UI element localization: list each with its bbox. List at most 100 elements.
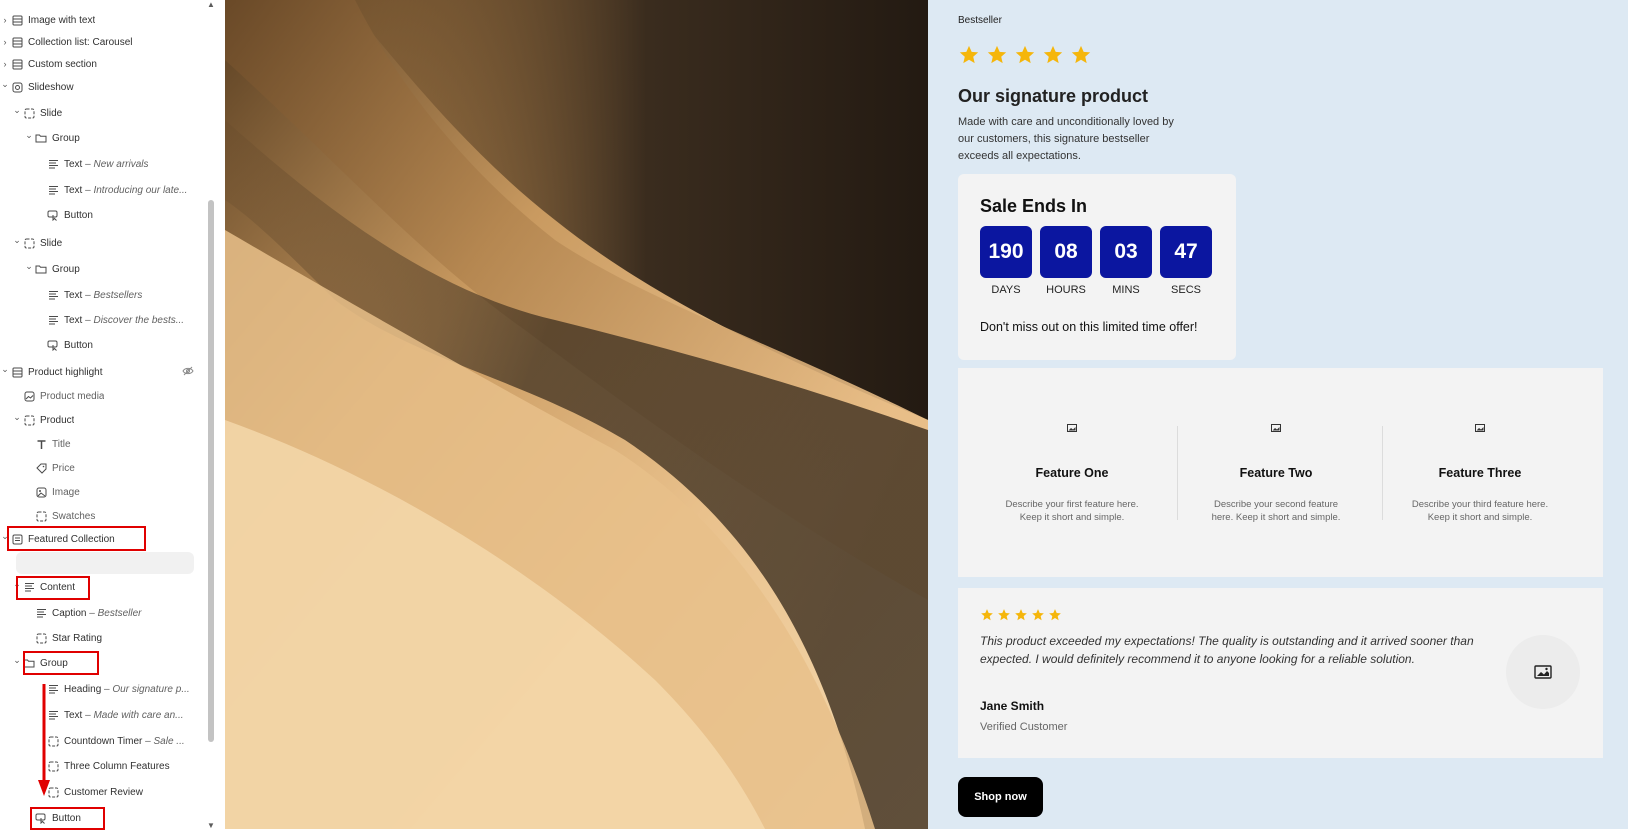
hidden-eye-icon[interactable]: [182, 366, 194, 379]
sidebar-item-slideshow[interactable]: ⌄ Slideshow: [0, 76, 200, 98]
sidebar-item-button[interactable]: Button: [24, 807, 200, 829]
sidebar-item-customer-review[interactable]: Customer Review: [36, 781, 200, 803]
sidebar-item-text[interactable]: Text – Introducing our late...: [36, 179, 200, 201]
folder-icon: [34, 263, 48, 275]
item-preview-text: Discover the bests...: [93, 314, 185, 326]
media-selected-background: [16, 552, 194, 574]
sidebar-item-price[interactable]: Price: [24, 457, 200, 479]
chevron-down-icon[interactable]: ⌄: [24, 130, 34, 141]
image-placeholder-icon: [1475, 424, 1485, 432]
countdown-mins: 03 MINS: [1100, 226, 1152, 296]
price-icon: [34, 462, 48, 474]
sidebar-item-countdown-timer[interactable]: Countdown Timer – Sale ...: [36, 730, 200, 752]
sidebar-item-heading[interactable]: Heading – Our signature p...: [36, 678, 200, 700]
sidebar-item-label: Custom section: [28, 59, 97, 70]
scroll-down-arrow-icon[interactable]: ▼: [206, 821, 216, 830]
section-icon: [10, 366, 24, 378]
sidebar-item-product-highlight[interactable]: ⌄ Product highlight: [0, 361, 200, 383]
item-separator: –: [82, 314, 94, 326]
countdown-hours-label: HOURS: [1046, 284, 1086, 296]
sidebar-item-group[interactable]: ⌄ Group: [24, 127, 200, 149]
star-icon: [1043, 45, 1063, 64]
sidebar-item-text[interactable]: Text – Made with care an...: [36, 704, 200, 726]
item-name: Group: [40, 657, 68, 669]
sidebar-item-slide[interactable]: ⌄ Slide: [12, 102, 200, 124]
item-separator: –: [86, 607, 98, 619]
item-preview-text: Introducing our late...: [93, 184, 188, 196]
sidebar-item-caption[interactable]: Caption – Bestseller: [24, 602, 200, 624]
sidebar-item-slide[interactable]: ⌄ Slide: [12, 232, 200, 254]
star-icon: [1049, 609, 1061, 621]
sidebar-item-button[interactable]: Button: [36, 334, 200, 356]
sidebar-item-label: Swatches: [52, 511, 95, 522]
sidebar-item-label: Group: [40, 658, 68, 669]
sidebar-item-custom-section[interactable]: › Custom section: [0, 53, 200, 75]
chevron-right-icon[interactable]: ›: [0, 59, 10, 69]
chevron-right-icon[interactable]: ›: [0, 37, 10, 47]
scroll-up-arrow-icon[interactable]: ▲: [206, 0, 216, 9]
sidebar-item-label: Image: [52, 487, 80, 498]
sidebar-item-label: Text – Bestsellers: [64, 290, 142, 301]
sidebar-item-title[interactable]: Title: [24, 433, 200, 455]
sidebar-item-swatches[interactable]: Swatches: [24, 505, 200, 527]
sidebar-item-content[interactable]: ⌄ Content: [12, 576, 200, 598]
sidebar-item-product-media[interactable]: Product media: [12, 385, 200, 407]
sidebar-item-group[interactable]: ⌄ Group: [24, 258, 200, 280]
chevron-down-icon[interactable]: ⌄: [12, 579, 22, 590]
countdown-mins-value: 03: [1100, 226, 1152, 278]
sidebar-item-text[interactable]: Text – New arrivals: [36, 153, 200, 175]
chevron-down-icon[interactable]: ⌄: [12, 235, 22, 246]
chevron-down-icon[interactable]: ⌄: [0, 531, 10, 542]
avatar: [1506, 635, 1580, 709]
folder-icon: [22, 657, 36, 669]
sidebar-item-collection-list-carousel[interactable]: › Collection list: Carousel: [0, 31, 200, 53]
sidebar-item-button[interactable]: Button: [36, 204, 200, 226]
chevron-down-icon[interactable]: ⌄: [12, 105, 22, 116]
sidebar-item-label: Product highlight: [28, 367, 103, 378]
item-name: Slide: [40, 237, 63, 249]
sidebar-item-label: Caption – Bestseller: [52, 608, 142, 619]
item-name: Featured Collection: [28, 533, 115, 545]
chevron-down-icon[interactable]: ⌄: [12, 412, 22, 423]
item-separator: –: [142, 735, 154, 747]
item-name: Content: [40, 581, 76, 593]
item-separator: –: [82, 184, 94, 196]
sidebar-item-label: Content: [40, 582, 75, 593]
countdown-timer: Sale Ends In 190 DAYS 08 HOURS 03 MINS 4…: [958, 174, 1236, 360]
sidebar-item-image[interactable]: Image: [24, 481, 200, 503]
sidebar-item-image-with-text[interactable]: › Image with text: [0, 9, 200, 31]
chevron-right-icon[interactable]: ›: [0, 15, 10, 25]
item-separator: –: [82, 289, 94, 301]
item-name: Slide: [40, 107, 63, 119]
countdown-secs: 47 SECS: [1160, 226, 1212, 296]
countdown-hours: 08 HOURS: [1040, 226, 1092, 296]
sidebar-item-featured-collection[interactable]: ⌄ Featured Collection: [0, 528, 200, 550]
slideshow-icon: [10, 81, 24, 93]
item-name: Slideshow: [28, 81, 74, 93]
text-icon: [22, 581, 36, 593]
item-preview-text: New arrivals: [93, 158, 149, 170]
sidebar-item-text[interactable]: Text – Discover the bests...: [36, 309, 200, 331]
image-placeholder-icon: [1271, 424, 1281, 432]
sidebar-item-three-column-features[interactable]: Three Column Features: [36, 755, 200, 777]
image-placeholder-icon: [1067, 424, 1077, 432]
sidebar-item-label: Countdown Timer – Sale ...: [64, 736, 185, 747]
chevron-down-icon[interactable]: ⌄: [24, 261, 34, 272]
shop-now-button[interactable]: Shop now: [958, 777, 1043, 817]
chevron-down-icon[interactable]: ⌄: [0, 79, 10, 90]
chevron-down-icon[interactable]: ⌄: [0, 364, 10, 375]
item-name: Customer Review: [64, 786, 143, 798]
sidebar-scrollbar-thumb[interactable]: [208, 200, 214, 742]
item-name: Countdown Timer: [64, 735, 143, 747]
item-name: Product highlight: [28, 366, 103, 378]
sidebar-item-star-rating[interactable]: Star Rating: [24, 627, 200, 649]
sidebar-item-text[interactable]: Text – Bestsellers: [36, 284, 200, 306]
feature-description: Describe your second feature here. Keep …: [1211, 499, 1341, 523]
chevron-down-icon[interactable]: ⌄: [12, 655, 22, 666]
sidebar-item-product[interactable]: ⌄ Product: [12, 409, 200, 431]
sidebar-item-label: Text – Discover the bests...: [64, 315, 184, 326]
block-icon: [22, 237, 36, 249]
sidebar-item-label: Button: [52, 813, 81, 824]
sidebar-item-group[interactable]: ⌄ Group: [12, 652, 200, 674]
product-heading: Our signature product: [958, 86, 1149, 106]
